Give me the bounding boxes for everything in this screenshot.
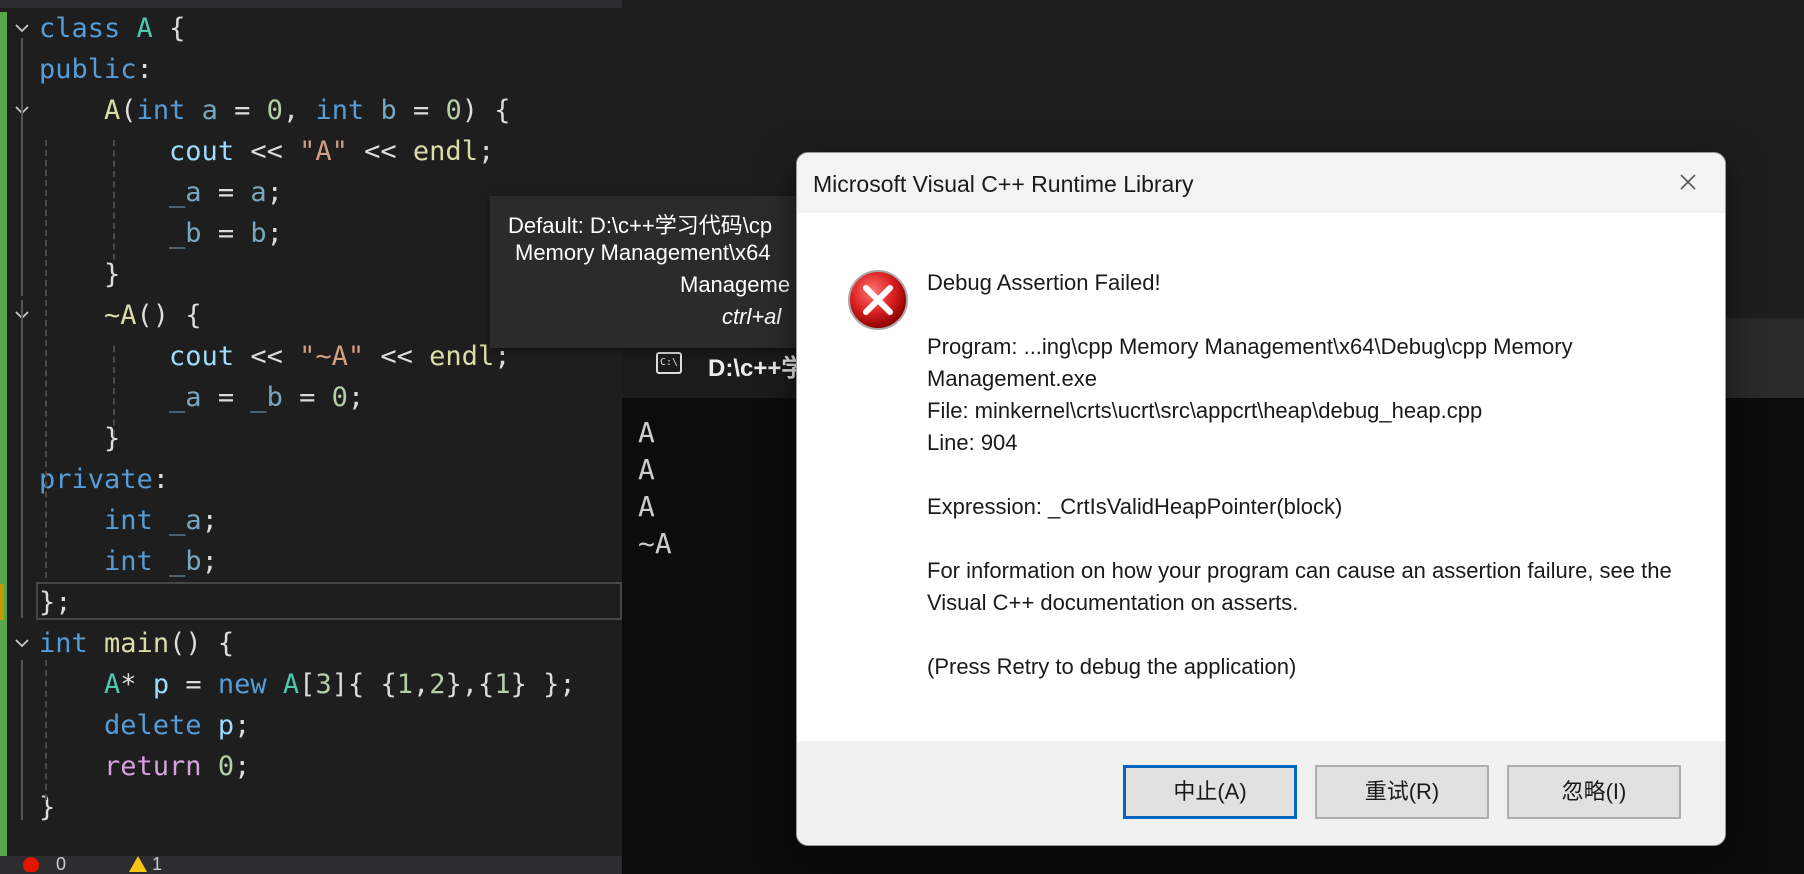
dialog-title: Microsoft Visual C++ Runtime Library (813, 171, 1194, 197)
code-line[interactable]: delete p; (0, 705, 622, 746)
code-text: int _b; (104, 546, 218, 577)
info-text: For information on how your program can … (927, 558, 1672, 615)
code-text: A(int a = 0, int b = 0) { (104, 95, 511, 126)
code-line[interactable]: public: (0, 49, 622, 90)
code-line[interactable]: int main() { (0, 623, 622, 664)
code-text: } (39, 259, 121, 290)
code-text: cout << "A" << endl; (169, 136, 495, 167)
indent-guide (113, 140, 115, 260)
tooltip-shortcut: ctrl+al (722, 304, 782, 329)
code-text: ~A() { (104, 300, 202, 331)
code-text: int _a; (104, 505, 218, 536)
indent-guide (45, 660, 47, 800)
code-text: _a = _b = 0; (169, 382, 365, 413)
code-text: int main() { (39, 628, 235, 659)
indent-guide (21, 38, 23, 296)
indent-guide (113, 346, 115, 436)
assertion-dialog[interactable]: Microsoft Visual C++ Runtime Library Deb… (796, 152, 1726, 846)
current-line-marker (0, 584, 4, 620)
tooltip-line: Manageme (680, 272, 791, 297)
code-line[interactable]: A* p = new A[3]{ {1,2},{1} }; (0, 664, 622, 705)
expression-text: Expression: _CrtIsValidHeapPointer(block… (927, 494, 1343, 519)
ignore-button[interactable]: 忽略(I) (1507, 765, 1681, 819)
file-text: File: minkernel\crts\ucrt\src\appcrt\hea… (927, 398, 1483, 423)
code-text: private: (39, 464, 170, 495)
code-line[interactable]: private: (0, 459, 622, 500)
code-line[interactable]: } (0, 787, 622, 828)
error-icon (847, 269, 909, 331)
dialog-message: Debug Assertion Failed! Program: ...ing\… (927, 267, 1687, 683)
code-line[interactable]: return 0; (0, 746, 622, 787)
code-text: return 0; (104, 751, 251, 782)
code-text: } (39, 792, 56, 823)
fold-chevron-icon[interactable] (14, 20, 29, 34)
program-text: Program: ...ing\cpp Memory Management\x6… (927, 334, 1573, 391)
indent-guide (45, 140, 47, 316)
close-icon[interactable] (1673, 167, 1703, 197)
code-text: } (39, 423, 121, 454)
code-text: public: (39, 54, 153, 85)
tooltip-line: Memory Management\x64 (515, 240, 771, 265)
dialog-title-bar[interactable]: Microsoft Visual C++ Runtime Library (797, 153, 1725, 213)
code-line[interactable]: A(int a = 0, int b = 0) { (0, 90, 622, 131)
console-output: A A A ~A (638, 416, 672, 560)
hint-text: (Press Retry to debug the application) (927, 654, 1297, 679)
code-text: cout << "~A" << endl; (169, 341, 511, 372)
line-text: Line: 904 (927, 430, 1018, 455)
warning-count[interactable]: 1 (152, 854, 162, 874)
code-line[interactable]: cout << "A" << endl; (0, 131, 622, 172)
editor-status-bar: 0 1 (0, 854, 622, 874)
dialog-heading: Debug Assertion Failed! (927, 270, 1161, 295)
code-line[interactable]: class A { (0, 8, 622, 49)
error-count[interactable]: 0 (56, 854, 66, 874)
code-text: delete p; (104, 710, 251, 741)
tooltip-line: Default: D:\c++学习代码\cp (508, 213, 773, 238)
code-text: A* p = new A[3]{ {1,2},{1} }; (104, 669, 576, 700)
code-line[interactable]: int _b; (0, 541, 622, 582)
code-text: class A { (39, 13, 186, 44)
current-line-highlight (36, 582, 622, 620)
error-icon[interactable] (22, 854, 40, 874)
indent-guide (45, 320, 47, 578)
code-editor[interactable]: class A { public: A(int a = 0, int b = 0)… (0, 0, 622, 874)
indent-guide (21, 660, 23, 820)
code-line[interactable]: _a = _b = 0; (0, 377, 622, 418)
indent-guide (21, 300, 23, 460)
code-line[interactable]: } (0, 418, 622, 459)
dialog-footer: 中止(A) 重试(R) 忽略(I) (797, 741, 1725, 845)
indent-guide (21, 460, 23, 618)
code-line[interactable]: int _a; (0, 500, 622, 541)
editor-top-bar (0, 0, 622, 8)
code-text: _b = b; (169, 218, 283, 249)
code-text: _a = a; (169, 177, 283, 208)
abort-button[interactable]: 中止(A) (1123, 765, 1297, 819)
warning-icon[interactable] (128, 854, 148, 874)
taskbar-tooltip: Default: D:\c++学习代码\cp Memory Management… (490, 196, 800, 348)
retry-button[interactable]: 重试(R) (1315, 765, 1489, 819)
fold-chevron-icon[interactable] (14, 635, 29, 649)
console-icon: C:\ (656, 352, 682, 374)
console-title: D:\c++学 (708, 355, 806, 382)
